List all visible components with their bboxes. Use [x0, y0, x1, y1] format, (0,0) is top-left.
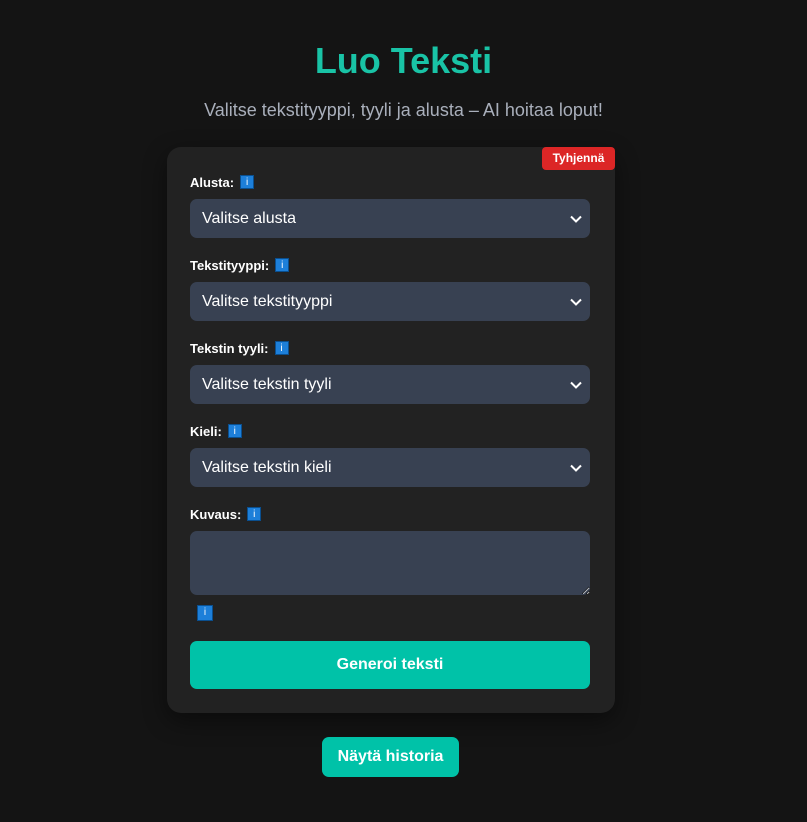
chevron-down-icon [570, 379, 582, 391]
text-type-select[interactable]: Valitse tekstityyppi [190, 282, 590, 321]
page-title: Luo Teksti [314, 40, 493, 81]
info-icon[interactable]: i [227, 424, 242, 438]
page-subtitle: Valitse tekstityyppi, tyyli ja alusta – … [204, 100, 603, 120]
info-icon[interactable]: i [240, 175, 255, 189]
text-style-select[interactable]: Valitse tekstin tyyli [190, 365, 590, 404]
text-type-label-row: Tekstityyppi: i [190, 256, 290, 274]
language-select-value: Valitse tekstin kieli [202, 458, 332, 476]
chevron-down-icon [570, 213, 582, 225]
platform-label-row: Alusta: i [190, 173, 255, 191]
description-label: Kuvaus: [190, 506, 242, 522]
info-icon[interactable]: i [274, 341, 289, 355]
text-style-label: Tekstin tyyli: [190, 340, 269, 356]
text-style-label-row: Tekstin tyyli: i [190, 339, 289, 357]
platform-select-value: Valitse alusta [202, 209, 296, 227]
language-label-row: Kieli: i [190, 422, 242, 440]
info-icon[interactable]: i [197, 605, 213, 621]
text-type-select-value: Valitse tekstityyppi [202, 292, 333, 310]
show-history-button[interactable]: Näytä historia [322, 737, 459, 777]
language-select[interactable]: Valitse tekstin kieli [190, 448, 590, 487]
text-type-label: Tekstityyppi: [190, 257, 270, 273]
chevron-down-icon [570, 296, 582, 308]
generate-button[interactable]: Generoi teksti [190, 641, 590, 689]
text-form-card: Tyhjennä Alusta: i Valitse alusta Teksti… [167, 147, 615, 713]
clear-button[interactable]: Tyhjennä [542, 147, 615, 170]
chevron-down-icon [570, 462, 582, 474]
description-textarea[interactable] [190, 531, 590, 595]
description-label-row: Kuvaus: i [190, 505, 262, 523]
platform-select[interactable]: Valitse alusta [190, 199, 590, 238]
language-label: Kieli: [190, 423, 222, 439]
page: Luo Teksti Valitse tekstityyppi, tyyli j… [0, 0, 807, 822]
platform-label: Alusta: [190, 174, 235, 190]
info-icon[interactable]: i [247, 507, 262, 521]
text-style-select-value: Valitse tekstin tyyli [202, 375, 332, 393]
info-icon[interactable]: i [275, 258, 290, 272]
